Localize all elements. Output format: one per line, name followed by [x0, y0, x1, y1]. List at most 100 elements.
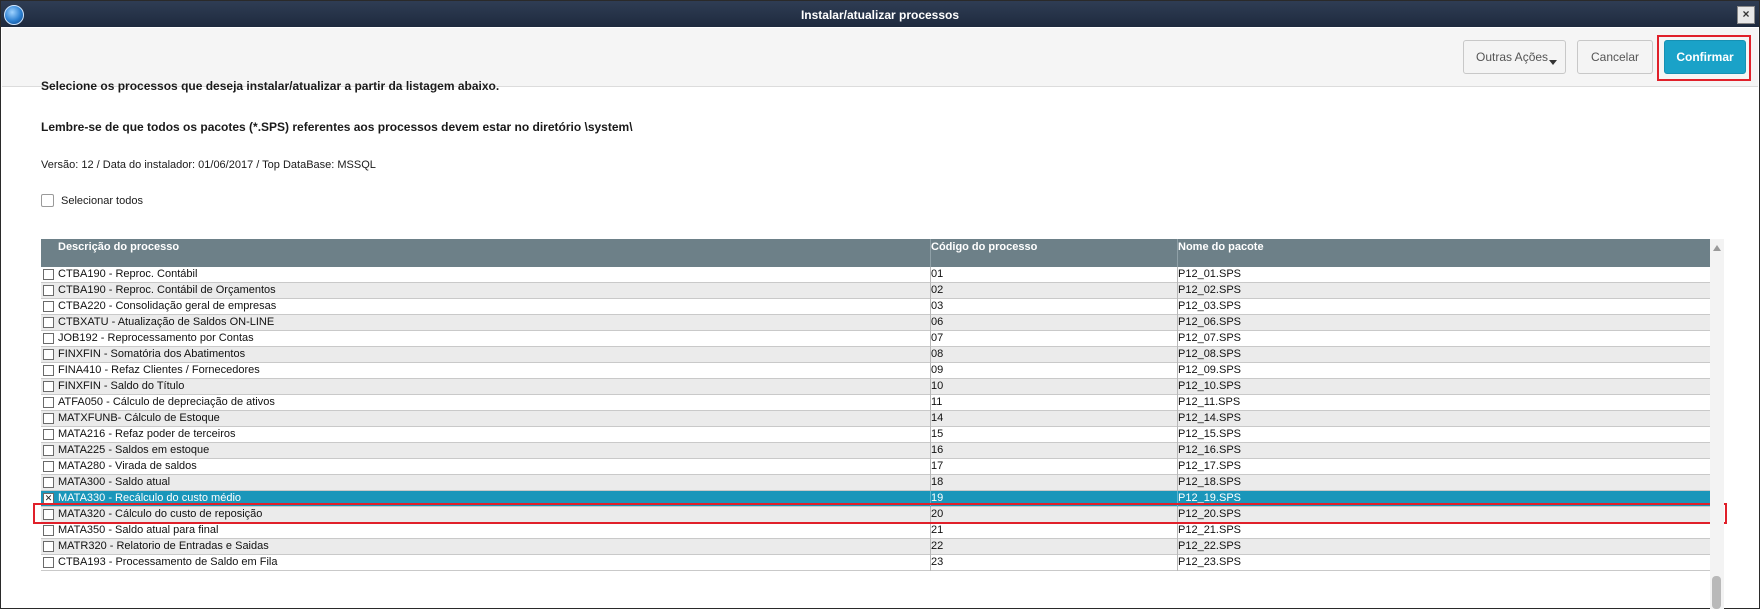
process-description: CTBA190 - Reproc. Contábil: [58, 268, 198, 280]
table-row[interactable]: MATA280 - Virada de saldos 17 P12_17.SPS: [41, 459, 1721, 475]
table-row[interactable]: MATA216 - Refaz poder de terceiros 15 P12_…: [41, 427, 1721, 443]
checkbox-icon[interactable]: [43, 525, 54, 536]
process-description: FINXFIN - Somatória dos Abatimentos: [58, 348, 246, 360]
package-name: P12_11.SPS: [1178, 396, 1241, 408]
select-all-label: Selecionar todos: [61, 194, 143, 207]
table-row[interactable]: MATA225 - Saldos em estoque 16 P12_16.SPS: [41, 443, 1721, 459]
instruction-line-2: Lembre-se de que todos os pacotes (*.SPS…: [41, 120, 633, 134]
package-name: P12_10.SPS: [1178, 380, 1241, 392]
process-code: 06: [931, 316, 944, 328]
checkbox-icon[interactable]: [43, 541, 54, 552]
checkbox-icon[interactable]: [43, 349, 54, 360]
process-code: 01: [931, 268, 944, 280]
process-code: 08: [931, 348, 944, 360]
close-button[interactable]: ×: [1737, 6, 1755, 24]
table-row[interactable]: JOB192 - Reprocessamento por Contas 07 P12…: [41, 331, 1721, 347]
process-description: MATR320 - Relatorio de Entradas e Saidas: [58, 540, 269, 552]
vertical-scrollbar[interactable]: [1710, 239, 1724, 609]
process-code: 21: [931, 524, 944, 536]
checkbox-icon[interactable]: [43, 301, 54, 312]
checked-checkbox-icon[interactable]: ✕: [43, 493, 54, 504]
column-header-description[interactable]: Descrição do processo: [58, 241, 179, 253]
process-code: 20: [931, 508, 944, 520]
process-code: 22: [931, 540, 944, 552]
process-description: MATA350 - Saldo atual para final: [58, 524, 219, 536]
checkbox-icon[interactable]: [43, 381, 54, 392]
table-row[interactable]: ATFA050 - Cálculo de depreciação de ativ…: [41, 395, 1721, 411]
table-row[interactable]: MATA300 - Saldo atual 18 P12_18.SPS: [41, 475, 1721, 491]
other-actions-button[interactable]: Outras Ações: [1463, 40, 1566, 74]
process-code: 02: [931, 284, 944, 296]
table-row[interactable]: FINXFIN - Somatória dos Abatimentos 08 P12…: [41, 347, 1721, 363]
column-header-package[interactable]: Nome do pacote: [1178, 241, 1264, 253]
table-row[interactable]: MATR320 - Relatorio de Entradas e Saidas…: [41, 539, 1721, 555]
instruction-line-1: Selecione os processos que deseja instal…: [41, 79, 500, 93]
confirm-button[interactable]: Confirmar: [1664, 40, 1746, 74]
scrollbar-thumb[interactable]: [1712, 576, 1721, 609]
table-row[interactable]: MATXFUNB- Cálculo de Estoque 14 P12_14.SPS: [41, 411, 1721, 427]
checkbox-icon[interactable]: [41, 194, 54, 207]
table-row[interactable]: MATA350 - Saldo atual para final 21 P12_21…: [41, 523, 1721, 539]
process-code: 18: [931, 476, 944, 488]
checkbox-icon[interactable]: [43, 413, 54, 424]
checkbox-icon[interactable]: [43, 317, 54, 328]
table-row[interactable]: CTBA220 - Consolidação geral de empresas…: [41, 299, 1721, 315]
process-description: CTBA220 - Consolidação geral de empresas: [58, 300, 277, 312]
table-row[interactable]: ✕ MATA330 - Recálculo do custo médio 19 P12…: [41, 491, 1721, 507]
scroll-up-icon[interactable]: [1713, 245, 1721, 251]
table-row[interactable]: CTBXATU - Atualização de Saldos ON-LINE 0…: [41, 315, 1721, 331]
process-description: MATXFUNB- Cálculo de Estoque: [58, 412, 220, 424]
package-name: P12_09.SPS: [1178, 364, 1241, 376]
checkbox-icon[interactable]: [43, 269, 54, 280]
table-row[interactable]: CTBA190 - Reproc. Contábil 01 P12_01.SPS: [41, 267, 1721, 283]
package-name: P12_03.SPS: [1178, 300, 1241, 312]
package-name: P12_18.SPS: [1178, 476, 1241, 488]
checkbox-icon[interactable]: [43, 509, 54, 520]
process-description: MATA225 - Saldos em estoque: [58, 444, 210, 456]
package-name: P12_06.SPS: [1178, 316, 1241, 328]
checkbox-icon[interactable]: [43, 365, 54, 376]
cancel-button[interactable]: Cancelar: [1577, 40, 1653, 74]
package-name: P12_08.SPS: [1178, 348, 1241, 360]
package-name: P12_07.SPS: [1178, 332, 1241, 344]
package-name: P12_16.SPS: [1178, 444, 1241, 456]
package-name: P12_19.SPS: [1178, 492, 1241, 504]
package-name: P12_22.SPS: [1178, 540, 1241, 552]
process-code: 16: [931, 444, 944, 456]
checkbox-icon[interactable]: [43, 429, 54, 440]
grid-header: Descrição do processo Código do processo…: [41, 239, 1721, 267]
column-header-code[interactable]: Código do processo: [931, 241, 1037, 253]
checkbox-icon[interactable]: [43, 477, 54, 488]
table-row[interactable]: FINXFIN - Saldo do Título 10 P12_10.SPS: [41, 379, 1721, 395]
process-description: MATA300 - Saldo atual: [58, 476, 171, 488]
process-code: 14: [931, 412, 944, 424]
process-description: JOB192 - Reprocessamento por Contas: [58, 332, 254, 344]
checkbox-icon[interactable]: [43, 397, 54, 408]
table-row[interactable]: CTBA190 - Reproc. Contábil de Orçamentos…: [41, 283, 1721, 299]
package-name: P12_17.SPS: [1178, 460, 1241, 472]
title-bar: Instalar/atualizar processos ×: [1, 1, 1759, 27]
process-description: FINA410 - Refaz Clientes / Fornecedores: [58, 364, 260, 376]
checkbox-icon[interactable]: [43, 461, 54, 472]
package-name: P12_01.SPS: [1178, 268, 1241, 280]
process-code: 09: [931, 364, 944, 376]
checkbox-icon[interactable]: [43, 333, 54, 344]
grid-rows: CTBA190 - Reproc. Contábil 01 P12_01.SPS CT…: [41, 267, 1721, 571]
process-description: MATA280 - Virada de saldos: [58, 460, 197, 472]
checkbox-icon[interactable]: [43, 557, 54, 568]
package-name: P12_23.SPS: [1178, 556, 1241, 568]
process-grid: Descrição do processo Código do processo…: [41, 239, 1721, 571]
checkbox-icon[interactable]: [43, 285, 54, 296]
install-processes-dialog: Instalar/atualizar processos × Outras Aç…: [0, 0, 1760, 609]
table-row[interactable]: MATA320 - Cálculo do custo de reposição 2…: [41, 507, 1721, 523]
process-code: 03: [931, 300, 944, 312]
select-all-checkbox[interactable]: Selecionar todos: [41, 194, 143, 207]
process-code: 23: [931, 556, 944, 568]
table-row[interactable]: FINA410 - Refaz Clientes / Fornecedores 0…: [41, 363, 1721, 379]
table-row[interactable]: CTBA193 - Processamento de Saldo em Fila…: [41, 555, 1721, 571]
checkbox-icon[interactable]: [43, 445, 54, 456]
process-description: MATA216 - Refaz poder de terceiros: [58, 428, 236, 440]
version-info: Versão: 12 / Data do instalador: 01/06/2…: [41, 159, 376, 171]
process-description: CTBA193 - Processamento de Saldo em Fila: [58, 556, 278, 568]
window-title: Instalar/atualizar processos: [800, 8, 960, 22]
